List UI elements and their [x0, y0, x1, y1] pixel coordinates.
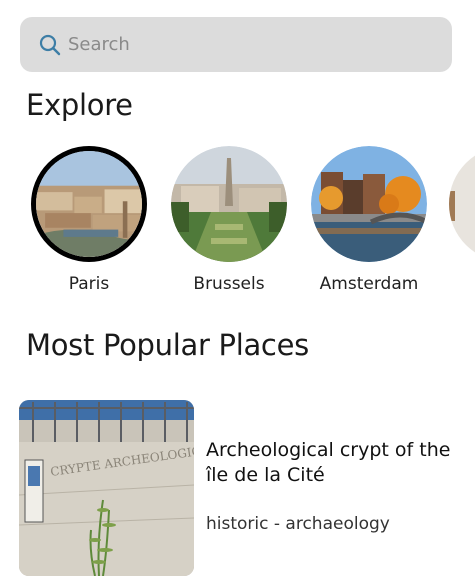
city-label-brussels: Brussels — [193, 274, 265, 294]
city-item-amsterdam[interactable]: Amsterdam — [309, 146, 429, 294]
search-icon — [38, 33, 62, 57]
city-image-brussels — [171, 146, 287, 262]
place-thumbnail: CRYPTE ARCHEOLOGIQUE — [19, 400, 194, 576]
search-bar[interactable] — [20, 17, 452, 72]
city-label-paris: Paris — [68, 274, 110, 294]
search-input[interactable] — [68, 29, 408, 60]
popular-heading: Most Popular Places — [26, 328, 309, 362]
place-card[interactable]: CRYPTE ARCHEOLOGIQUE Archeological crypt… — [19, 400, 459, 578]
city-carousel[interactable]: Paris Brussels Amsterdam — [0, 146, 475, 306]
place-category: historic - archaeology — [206, 514, 390, 534]
city-item-brussels[interactable]: Brussels — [169, 146, 289, 294]
city-item-partial[interactable] — [447, 146, 475, 262]
place-name: Archeological crypt of the île de la Cit… — [206, 439, 451, 486]
city-item-paris[interactable]: Paris — [29, 146, 149, 294]
city-image-amsterdam — [311, 146, 427, 262]
city-label-amsterdam: Amsterdam — [319, 274, 419, 294]
explore-heading: Explore — [26, 88, 133, 122]
city-image-paris — [31, 146, 147, 262]
